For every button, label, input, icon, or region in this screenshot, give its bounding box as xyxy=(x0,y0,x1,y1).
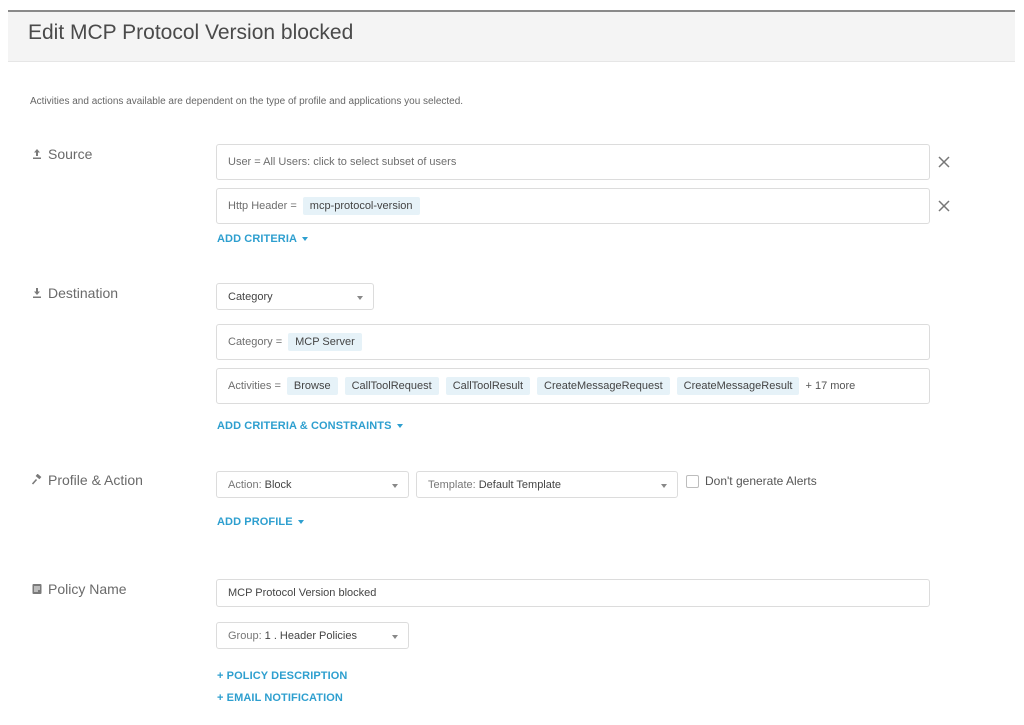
activity-chip[interactable]: CreateMessageResult xyxy=(676,377,800,395)
add-criteria-link[interactable]: ADD CRITERIA xyxy=(217,233,309,245)
intro-text: Activities and actions available are dep… xyxy=(30,96,464,107)
upload-icon xyxy=(31,148,43,160)
page-header: Edit MCP Protocol Version blocked xyxy=(8,12,1015,62)
email-notification-link[interactable]: + EMAIL NOTIFICATION xyxy=(217,692,343,704)
destination-type-select[interactable]: Category xyxy=(216,283,374,310)
download-icon xyxy=(31,287,43,299)
page-title: Edit MCP Protocol Version blocked xyxy=(28,21,354,44)
chevron-down-icon xyxy=(392,635,398,639)
template-select-label: Template: xyxy=(428,478,476,491)
policy-name-label-text: Policy Name xyxy=(48,581,127,597)
action-select-value: Block xyxy=(264,478,292,491)
source-label: Source xyxy=(31,146,92,162)
policy-description-label: + POLICY DESCRIPTION xyxy=(217,670,348,682)
template-select-value: Default Template xyxy=(478,478,562,491)
policy-description-link[interactable]: + POLICY DESCRIPTION xyxy=(217,670,347,682)
activity-chip[interactable]: Browse xyxy=(286,377,338,395)
caret-down-icon xyxy=(396,424,403,428)
email-notification-label: + EMAIL NOTIFICATION xyxy=(217,692,343,704)
activity-chip[interactable]: CallToolRequest xyxy=(344,377,439,395)
gavel-icon xyxy=(31,474,43,486)
activity-chip[interactable]: CallToolResult xyxy=(445,377,530,395)
policy-name-input[interactable] xyxy=(216,579,930,607)
category-field[interactable]: Category = MCP Server xyxy=(216,324,930,360)
http-header-field[interactable]: Http Header = mcp-protocol-version xyxy=(216,188,930,224)
more-activities-link[interactable]: + 17 more xyxy=(805,380,855,392)
add-criteria-constraints-link[interactable]: ADD CRITERIA & CONSTRAINTS xyxy=(217,420,403,432)
http-header-chip[interactable]: mcp-protocol-version xyxy=(302,197,420,215)
category-chip[interactable]: MCP Server xyxy=(288,333,362,351)
caret-down-icon xyxy=(297,520,304,524)
remove-user-criteria-icon[interactable] xyxy=(937,155,951,169)
profile-action-label: Profile & Action xyxy=(31,472,143,488)
dont-generate-alerts-label[interactable]: Don't generate Alerts xyxy=(705,474,817,488)
category-key: Category = xyxy=(228,336,283,348)
destination-label-text: Destination xyxy=(48,285,119,301)
activity-chip[interactable]: CreateMessageRequest xyxy=(537,377,670,395)
group-select[interactable]: Group: 1 . Header Policies xyxy=(216,622,409,649)
add-criteria-label: ADD CRITERIA xyxy=(217,233,298,245)
caret-down-icon xyxy=(302,237,309,241)
profile-action-label-text: Profile & Action xyxy=(48,472,143,488)
add-criteria-constraints-label: ADD CRITERIA & CONSTRAINTS xyxy=(217,420,392,432)
action-select[interactable]: Action: Block xyxy=(216,471,409,498)
chevron-down-icon xyxy=(357,296,363,300)
source-label-text: Source xyxy=(48,146,93,162)
activities-field[interactable]: Activities = Browse CallToolRequest Call… xyxy=(216,368,930,404)
group-select-label: Group: xyxy=(228,629,262,642)
user-criteria-field[interactable]: User = All Users: click to select subset… xyxy=(216,144,930,180)
add-profile-label: ADD PROFILE xyxy=(217,516,293,528)
alerts-checkbox-row[interactable]: Don't generate Alerts xyxy=(686,474,817,488)
destination-type-value: Category xyxy=(228,290,273,303)
chevron-down-icon xyxy=(661,484,667,488)
remove-http-header-icon[interactable] xyxy=(937,199,951,213)
activities-key: Activities = xyxy=(228,380,281,392)
add-profile-link[interactable]: ADD PROFILE xyxy=(217,516,304,528)
http-header-key: Http Header = xyxy=(228,200,297,212)
document-icon xyxy=(31,583,43,595)
action-select-label: Action: xyxy=(228,478,262,491)
dont-generate-alerts-checkbox[interactable] xyxy=(686,474,699,488)
destination-label: Destination xyxy=(31,285,118,301)
user-criteria-text: User = All Users: click to select subset… xyxy=(228,156,457,168)
policy-name-label: Policy Name xyxy=(31,581,127,597)
group-select-value: 1 . Header Policies xyxy=(264,629,357,642)
chevron-down-icon xyxy=(392,484,398,488)
template-select[interactable]: Template: Default Template xyxy=(416,471,678,498)
